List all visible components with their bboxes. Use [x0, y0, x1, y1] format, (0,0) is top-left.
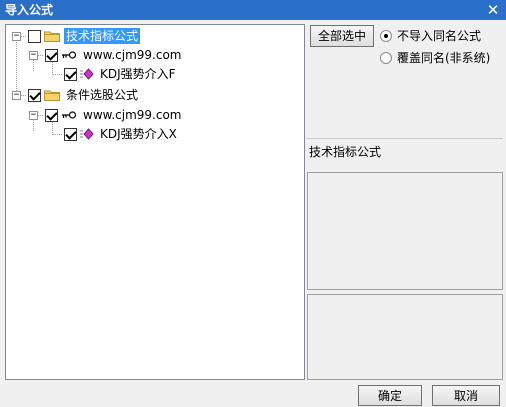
node-label: www.cjm99.com — [83, 48, 182, 62]
close-icon[interactable]: ✕ — [485, 0, 501, 20]
node-checkbox[interactable] — [28, 88, 41, 102]
node-checkbox[interactable] — [64, 67, 77, 81]
node-checkbox[interactable] — [45, 108, 58, 122]
ok-button[interactable]: 确定 — [358, 385, 422, 406]
formula-icon — [80, 128, 94, 140]
collapse-icon[interactable]: − — [29, 110, 38, 120]
folder-icon — [44, 31, 60, 42]
node-checkbox[interactable] — [45, 48, 58, 62]
select-all-button[interactable]: 全部选中 — [310, 25, 374, 47]
cancel-button[interactable]: 取消 — [432, 385, 500, 406]
radio-no-import[interactable]: 不导入同名公式 — [380, 27, 481, 44]
radio-label: 覆盖同名(非系统) — [397, 51, 491, 65]
title-bar: 导入公式 ✕ — [0, 0, 506, 20]
key-icon — [62, 51, 77, 59]
tree-node-formula[interactable]: KDJ强势介入F — [52, 65, 178, 83]
tree-node-formula[interactable]: KDJ强势介入X — [52, 125, 179, 143]
collapse-icon[interactable]: − — [29, 50, 38, 60]
collapse-icon[interactable]: − — [12, 90, 21, 100]
node-checkbox[interactable] — [28, 29, 41, 43]
node-label: KDJ强势介入X — [100, 127, 177, 141]
node-label: www.cjm99.com — [83, 108, 182, 122]
node-checkbox[interactable] — [64, 127, 77, 141]
window-title: 导入公式 — [5, 3, 54, 17]
formula-tree[interactable]: − 技术指标公式 − www.cjm99.com KDJ强势介入F − 条件选股… — [5, 24, 305, 380]
tree-node-indicator-formulas[interactable]: − 技术指标公式 — [12, 27, 141, 45]
node-label: 条件选股公式 — [66, 88, 139, 102]
formula-description-box — [307, 172, 503, 290]
radio-button[interactable] — [380, 51, 392, 64]
radio-button[interactable] — [380, 29, 392, 42]
formula-detail-box — [307, 294, 503, 380]
radio-label: 不导入同名公式 — [397, 29, 482, 43]
collapse-icon[interactable]: − — [12, 31, 21, 41]
radio-overwrite[interactable]: 覆盖同名(非系统) — [380, 49, 490, 66]
folder-icon — [44, 90, 60, 101]
tree-node-site[interactable]: − www.cjm99.com — [29, 106, 184, 124]
node-label: KDJ强势介入F — [100, 67, 176, 81]
node-label: 技术指标公式 — [64, 28, 141, 44]
category-label: 技术指标公式 — [307, 138, 503, 170]
key-icon — [62, 111, 77, 119]
tree-node-site[interactable]: − www.cjm99.com — [29, 46, 184, 64]
tree-node-condition-formulas[interactable]: − 条件选股公式 — [12, 86, 140, 104]
formula-icon — [80, 68, 94, 80]
